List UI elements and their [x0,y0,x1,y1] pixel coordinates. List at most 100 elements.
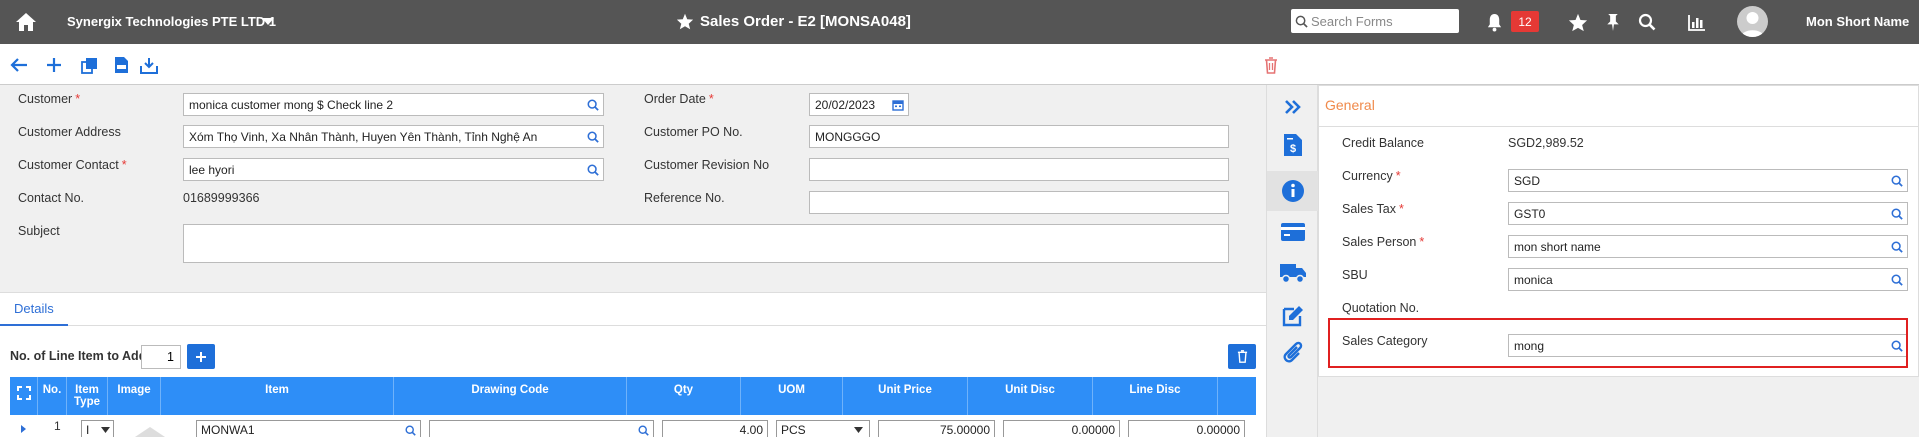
remarks-tab-button[interactable] [1267,296,1319,336]
download-button[interactable] [138,54,160,76]
uom-select[interactable]: PCS [776,420,870,437]
column-header-line-disc[interactable]: Line Disc [1093,377,1218,415]
search-icon[interactable] [1887,237,1907,257]
avatar[interactable] [1737,6,1768,37]
unit-disc-input[interactable]: 0.00000 [1003,420,1120,437]
line-disc-input[interactable]: 0.00000 [1128,420,1245,437]
add-line-button[interactable] [187,344,215,369]
column-header-unit-disc[interactable]: Unit Disc [968,377,1093,415]
pricing-tab-button[interactable]: $ [1267,125,1319,165]
sales-person-label: Sales Person * [1342,235,1425,249]
item-input[interactable]: MONWA1 [196,420,421,437]
column-header-drawing-code[interactable]: Drawing Code [394,377,627,415]
column-header-qty[interactable]: Qty [627,377,741,415]
search-icon[interactable] [1887,270,1907,290]
unit-price-input[interactable]: 75.00000 [878,420,995,437]
customer-address-field[interactable] [183,125,604,148]
sales-person-input[interactable] [1509,236,1887,257]
customer-po-input[interactable] [810,126,1228,147]
reports-button[interactable] [1685,10,1709,34]
customer-revision-field[interactable] [809,158,1229,181]
item-type-select[interactable]: I [81,420,114,437]
plus-icon [196,351,206,362]
notification-bell[interactable] [1482,10,1506,34]
column-header-item-type[interactable]: Item Type [67,377,108,415]
customer-revision-input[interactable] [810,159,1228,180]
tab-details[interactable]: Details [0,293,68,326]
search-button[interactable] [1635,10,1659,34]
table-row[interactable]: 1 I MONWA1 4.00 PCS 75.00000 0.00000 0.0… [10,415,1256,437]
search-icon[interactable] [583,95,603,115]
search-forms-input[interactable] [1311,11,1456,31]
notification-badge[interactable]: 12 [1511,11,1539,32]
customer-revision-label: Customer Revision No [644,158,770,172]
home-button[interactable] [0,0,52,44]
search-forms[interactable] [1291,9,1459,33]
copy-button[interactable] [78,54,100,76]
customer-address-input[interactable] [184,126,583,147]
details-grid-area: No. of Line Item to Add No. Item Type Im… [0,326,1266,437]
customer-contact-field[interactable] [183,158,604,181]
search-icon[interactable] [583,127,603,147]
currency-field[interactable] [1508,169,1908,192]
search-icon[interactable] [1887,171,1907,191]
inbox-download-icon [140,57,158,74]
currency-input[interactable] [1509,170,1887,191]
expand-grid-button[interactable] [10,377,38,415]
bell-icon [1487,13,1501,31]
customer-field[interactable] [183,93,604,116]
row-expand-icon[interactable] [20,424,27,434]
credit-card-icon [1281,223,1305,241]
add-lines-field[interactable] [141,345,181,369]
sales-tax-field[interactable] [1508,202,1908,225]
sbu-input[interactable] [1509,269,1887,290]
search-icon[interactable] [405,424,416,436]
search-icon[interactable] [638,424,649,436]
star-icon [1568,13,1588,31]
column-header-uom[interactable]: UOM [741,377,843,415]
delete-button[interactable] [1260,54,1282,76]
search-icon[interactable] [1887,204,1907,224]
user-icon [1741,12,1764,37]
panel-divider [1319,126,1919,127]
order-date-input[interactable] [810,94,888,115]
drawing-code-input[interactable] [429,420,654,437]
sales-tax-input[interactable] [1509,203,1887,224]
reference-no-input[interactable] [810,192,1228,213]
customer-po-field[interactable] [809,125,1229,148]
collapse-panel-button[interactable] [1267,87,1319,127]
grid-header: No. Item Type Image Item Drawing Code Qt… [10,377,1256,415]
customer-contact-input[interactable] [184,159,583,180]
general-info-tab-button[interactable] [1267,171,1319,211]
customer-po-label: Customer PO No. [644,125,743,139]
company-name[interactable]: Synergix Technologies PTE LTD 1 [67,14,276,29]
column-header-no[interactable]: No. [38,377,67,415]
qty-input[interactable]: 4.00 [662,420,768,437]
favorites-button[interactable] [1566,10,1590,34]
subject-textarea[interactable] [183,224,1229,263]
payment-tab-button[interactable] [1267,212,1319,252]
order-date-label: Order Date * [644,92,714,106]
pin-button[interactable] [1601,10,1625,34]
user-name[interactable]: Mon Short Name [1806,14,1909,29]
export-pdf-button[interactable] [110,54,132,76]
column-header-unit-price[interactable]: Unit Price [843,377,968,415]
customer-input[interactable] [184,94,583,115]
add-button[interactable] [43,54,65,76]
delivery-tab-button[interactable] [1267,253,1319,293]
reference-no-field[interactable] [809,191,1229,214]
column-header-image[interactable]: Image [108,377,161,415]
sbu-field[interactable] [1508,268,1908,291]
order-date-field[interactable] [809,93,909,116]
star-icon[interactable] [676,13,694,30]
company-dropdown-icon[interactable] [262,18,274,25]
add-lines-input[interactable] [142,346,180,368]
search-icon[interactable] [583,160,603,180]
delete-lines-button[interactable] [1228,344,1256,369]
sales-person-field[interactable] [1508,235,1908,258]
back-button[interactable] [8,54,30,76]
column-header-item[interactable]: Item [161,377,394,415]
chevron-down-icon [101,427,110,433]
calendar-icon[interactable] [888,95,908,115]
attachments-tab-button[interactable] [1267,333,1319,373]
